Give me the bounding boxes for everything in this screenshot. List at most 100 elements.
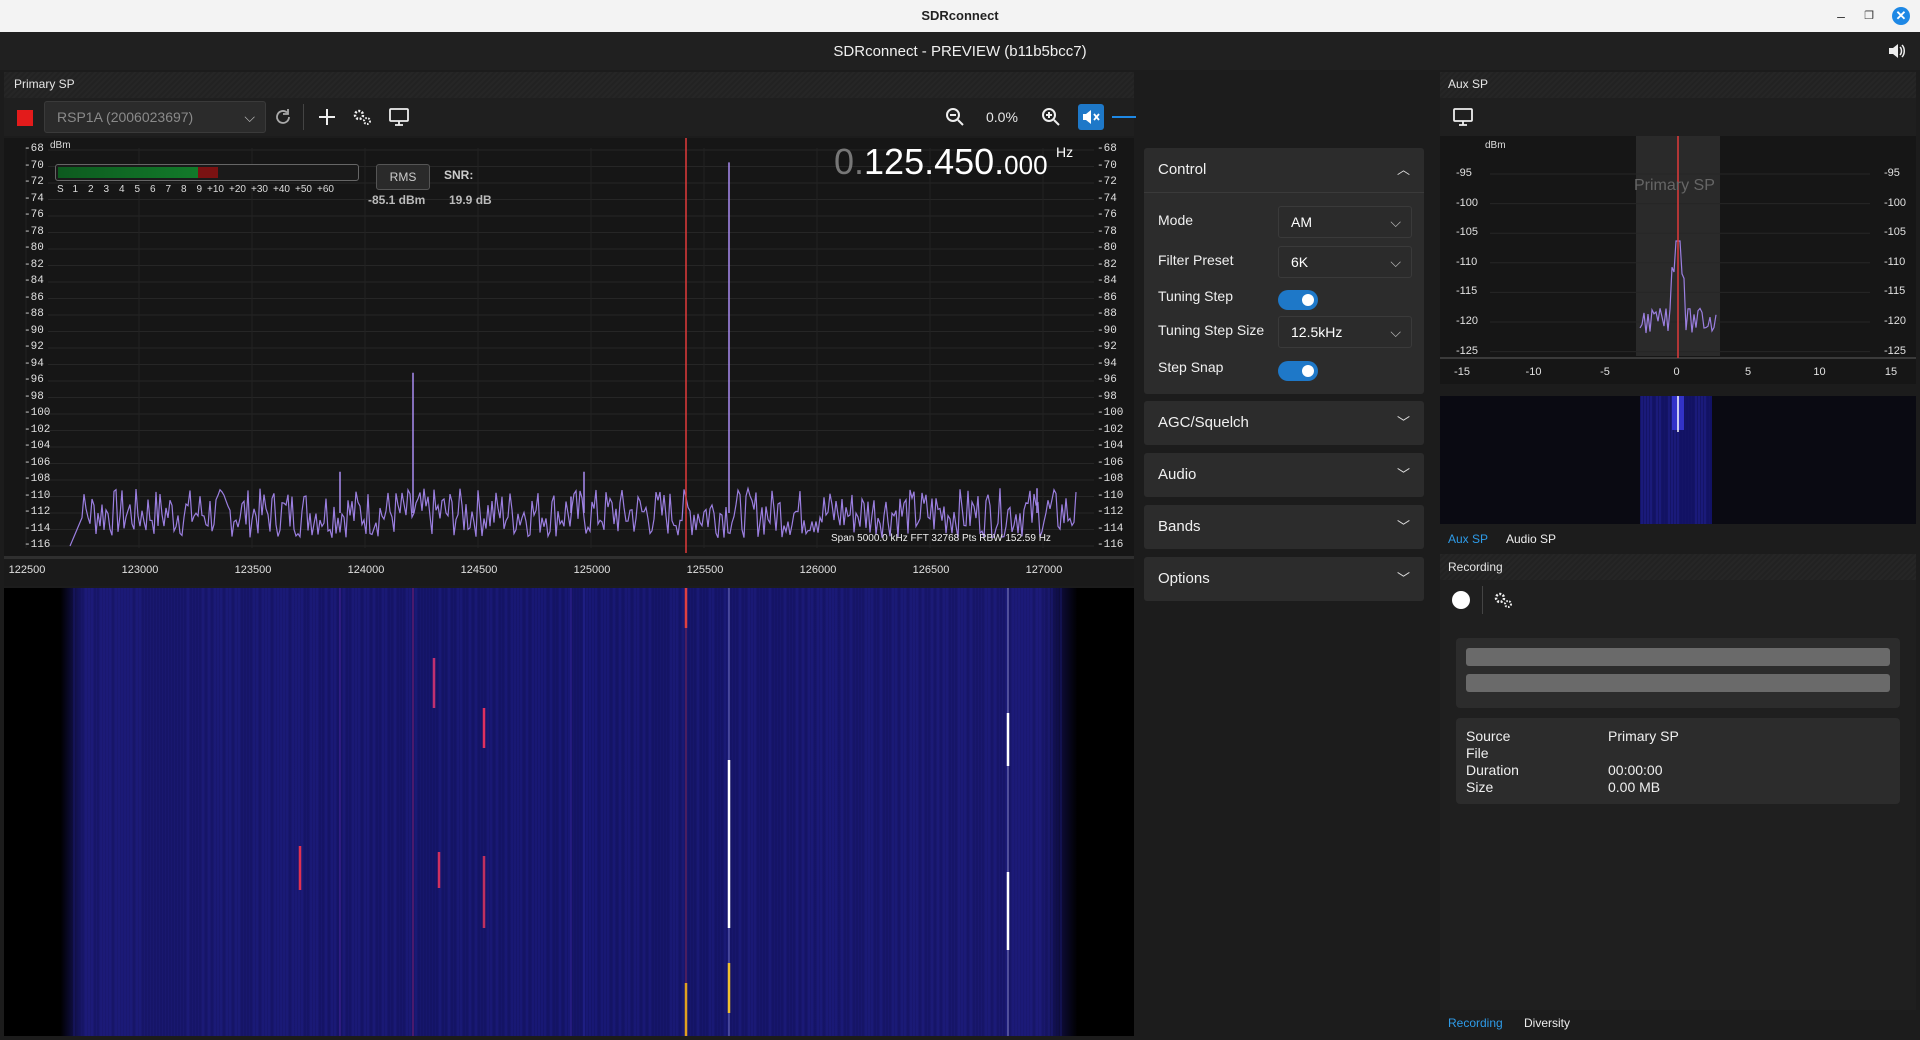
- s-meter-tick: 6: [150, 184, 156, 195]
- y-tick-label: -72: [1097, 176, 1117, 188]
- mute-button[interactable]: [1078, 104, 1104, 130]
- settings-icon[interactable]: [1493, 590, 1515, 610]
- y-tick-label: -70: [1097, 159, 1117, 172]
- spectrum-plot[interactable]: [4, 138, 1134, 558]
- tab-audio-sp[interactable]: Audio SP: [1506, 532, 1556, 546]
- stop-icon[interactable]: [17, 110, 33, 126]
- primary-toolbar: RSP1A (2006023697) ⌵ 0.0%: [4, 98, 1407, 136]
- mode-select[interactable]: AM ⌵: [1278, 206, 1412, 238]
- tab-aux-sp[interactable]: Aux SP: [1448, 532, 1488, 546]
- aux-waterfall[interactable]: [1440, 396, 1916, 524]
- add-icon[interactable]: [316, 106, 338, 128]
- tab-recording[interactable]: Recording: [1448, 1016, 1503, 1030]
- y-tick-label: -82: [24, 258, 44, 271]
- y-tick-label: -102: [24, 423, 51, 436]
- y-tick-label: -110: [24, 489, 51, 502]
- waterfall[interactable]: [4, 588, 1134, 1036]
- recording-source-label: Source: [1466, 728, 1511, 744]
- display-icon[interactable]: [388, 107, 410, 127]
- display-icon[interactable]: [1452, 107, 1474, 127]
- recording-progress-box: [1456, 638, 1900, 708]
- y-tick-label: -94: [1097, 357, 1117, 370]
- s-meter-tick: +30: [251, 184, 268, 195]
- recording-panel: Source Primary SP File Duration 00:00:00…: [1440, 580, 1916, 1010]
- s-meter-tick: 5: [134, 184, 141, 195]
- span-info: Span 5000.0 kHz FFT 32768 Pts RBW 152.59…: [831, 533, 1051, 544]
- y-tick-label: -114: [1097, 522, 1124, 535]
- s-meter-tick: 7: [165, 184, 172, 195]
- aux-spectrum-panel[interactable]: dBm Primary SP -95 -95 -100 -100 -105 -105 -11…: [1440, 136, 1916, 384]
- y-tick-label: -68: [1097, 143, 1117, 155]
- filter-preset-select[interactable]: 6K ⌵: [1278, 246, 1412, 278]
- audio-section[interactable]: Audio ﹀: [1144, 453, 1424, 497]
- y-tick-label: -80: [1097, 242, 1117, 254]
- y-tick-label: -72: [24, 176, 44, 188]
- device-select[interactable]: RSP1A (2006023697) ⌵: [44, 101, 266, 133]
- bands-section[interactable]: Bands ﹀: [1144, 505, 1424, 549]
- s-meter-tick: 8: [181, 184, 187, 195]
- tab-diversity[interactable]: Diversity: [1524, 1016, 1570, 1030]
- control-section-header[interactable]: Control ︿: [1144, 148, 1424, 193]
- y-tick-label: -76: [1097, 209, 1117, 221]
- x-tick-label: 123500: [234, 564, 272, 576]
- agc-squelch-section[interactable]: AGC/Squelch ﹀: [1144, 401, 1424, 445]
- s-meter-tick: 3: [103, 184, 110, 195]
- step-snap-toggle[interactable]: [1278, 361, 1318, 381]
- aux-y-tick-label: -125: [1884, 344, 1907, 357]
- y-tick-label: -88: [24, 308, 44, 320]
- audio-title: Audio: [1158, 466, 1197, 483]
- y-tick-label: -96: [1097, 374, 1117, 386]
- frequency-unit: Hz: [1056, 144, 1074, 160]
- spectrum-panel[interactable]: -68 -70 -72 -74 -76 -78 -80 -82 -84 -86 -88 -90 -92 -…: [4, 138, 1134, 558]
- y-tick-label: -84: [1097, 275, 1117, 287]
- restore-icon[interactable]: ❐: [1858, 6, 1880, 26]
- recording-tabs: Recording Diversity: [1440, 1010, 1916, 1036]
- tuning-step-toggle[interactable]: [1278, 290, 1318, 310]
- refresh-icon[interactable]: [272, 106, 294, 128]
- s-meter-tick: 2: [88, 184, 94, 195]
- zoom-out-icon[interactable]: [944, 106, 966, 128]
- aux-watermark: Primary SP: [1634, 177, 1715, 194]
- y-tick-label: -116: [1097, 539, 1124, 551]
- aux-y-tick-label: -120: [1456, 315, 1479, 327]
- speaker-icon[interactable]: [1886, 41, 1906, 61]
- y-tick-label: -90: [1097, 324, 1117, 337]
- app-title-bar: SDRconnect - PREVIEW (b11b5bcc7): [0, 32, 1920, 70]
- y-tick-label: -114: [24, 522, 51, 535]
- s-meter-tick: +20: [229, 184, 246, 195]
- y-tick-label: -74: [24, 192, 44, 205]
- recording-size-label: Size: [1466, 779, 1494, 795]
- y-tick-label: -82: [1097, 258, 1117, 271]
- y-tick-label: -116: [24, 539, 51, 551]
- record-icon[interactable]: [1452, 591, 1470, 609]
- y-tick-label: -94: [24, 357, 44, 370]
- zoom-in-icon[interactable]: [1040, 106, 1062, 128]
- s-meter-tick: 9: [196, 184, 203, 195]
- settings-icon[interactable]: [352, 107, 374, 127]
- signal-level: -85.1 dBm: [368, 193, 426, 207]
- aux-y-tick-label: -105: [1456, 226, 1479, 239]
- y-tick-label: -90: [24, 324, 44, 337]
- minimize-icon[interactable]: –: [1830, 6, 1852, 26]
- snr-value: 19.9 dB: [449, 193, 492, 207]
- os-title-bar: SDRconnect – ❐ ✕: [0, 0, 1920, 32]
- tuning-step-size-select[interactable]: 12.5kHz ⌵: [1278, 316, 1412, 348]
- options-section[interactable]: Options ﹀: [1144, 557, 1424, 601]
- aux-x-tick-label: 0: [1673, 366, 1680, 378]
- y-tick-label: -104: [24, 440, 51, 452]
- x-tick-label: 127000: [1025, 564, 1063, 576]
- y-tick-label: -78: [1097, 225, 1117, 238]
- waterfall-image: [4, 588, 1134, 1036]
- x-tick-label: 124000: [347, 564, 385, 576]
- close-icon[interactable]: ✕: [1892, 7, 1910, 25]
- rms-button[interactable]: RMS: [376, 164, 430, 190]
- y-tick-label: -70: [24, 159, 44, 172]
- recording-panel-title: Recording: [1448, 560, 1503, 574]
- aux-x-tick-label: -5: [1600, 366, 1610, 378]
- aux-x-tick-label: -15: [1454, 366, 1470, 378]
- s-meter-tick: +50: [295, 184, 312, 195]
- aux-y-tick-label: -110: [1884, 255, 1906, 268]
- s-meter-scale: S 1 2 3 4 5 6 7 8 9 +10 +20 +30 +40 +50 +60: [55, 184, 375, 196]
- s-meter-tick: 4: [119, 184, 125, 195]
- frequency-display[interactable]: 0.125.450.000: [834, 141, 1048, 183]
